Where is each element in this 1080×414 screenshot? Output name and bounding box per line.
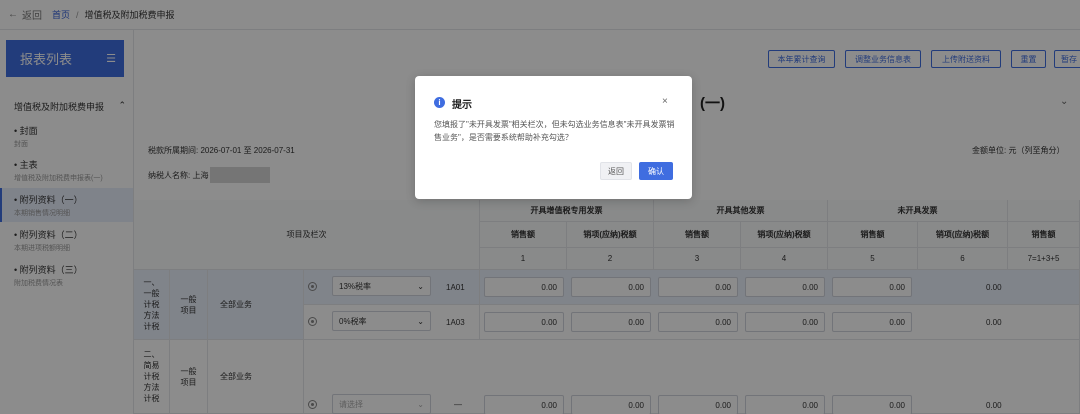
dialog-title: 提示 xyxy=(452,100,472,111)
cancel-button[interactable]: 返回 xyxy=(600,162,632,180)
dialog-message: 您填报了"未开具发票"相关栏次，但未勾选业务信息表"未开具发票销售业务"，是否需… xyxy=(434,120,675,142)
close-icon[interactable]: × xyxy=(662,96,668,107)
modal-overlay[interactable] xyxy=(0,0,1080,414)
info-icon: i xyxy=(434,97,445,108)
prompt-dialog: i 提示 × 您填报了"未开具发票"相关栏次，但未勾选业务信息表"未开具发票销售… xyxy=(415,76,692,199)
confirm-button[interactable]: 确认 xyxy=(639,162,673,180)
